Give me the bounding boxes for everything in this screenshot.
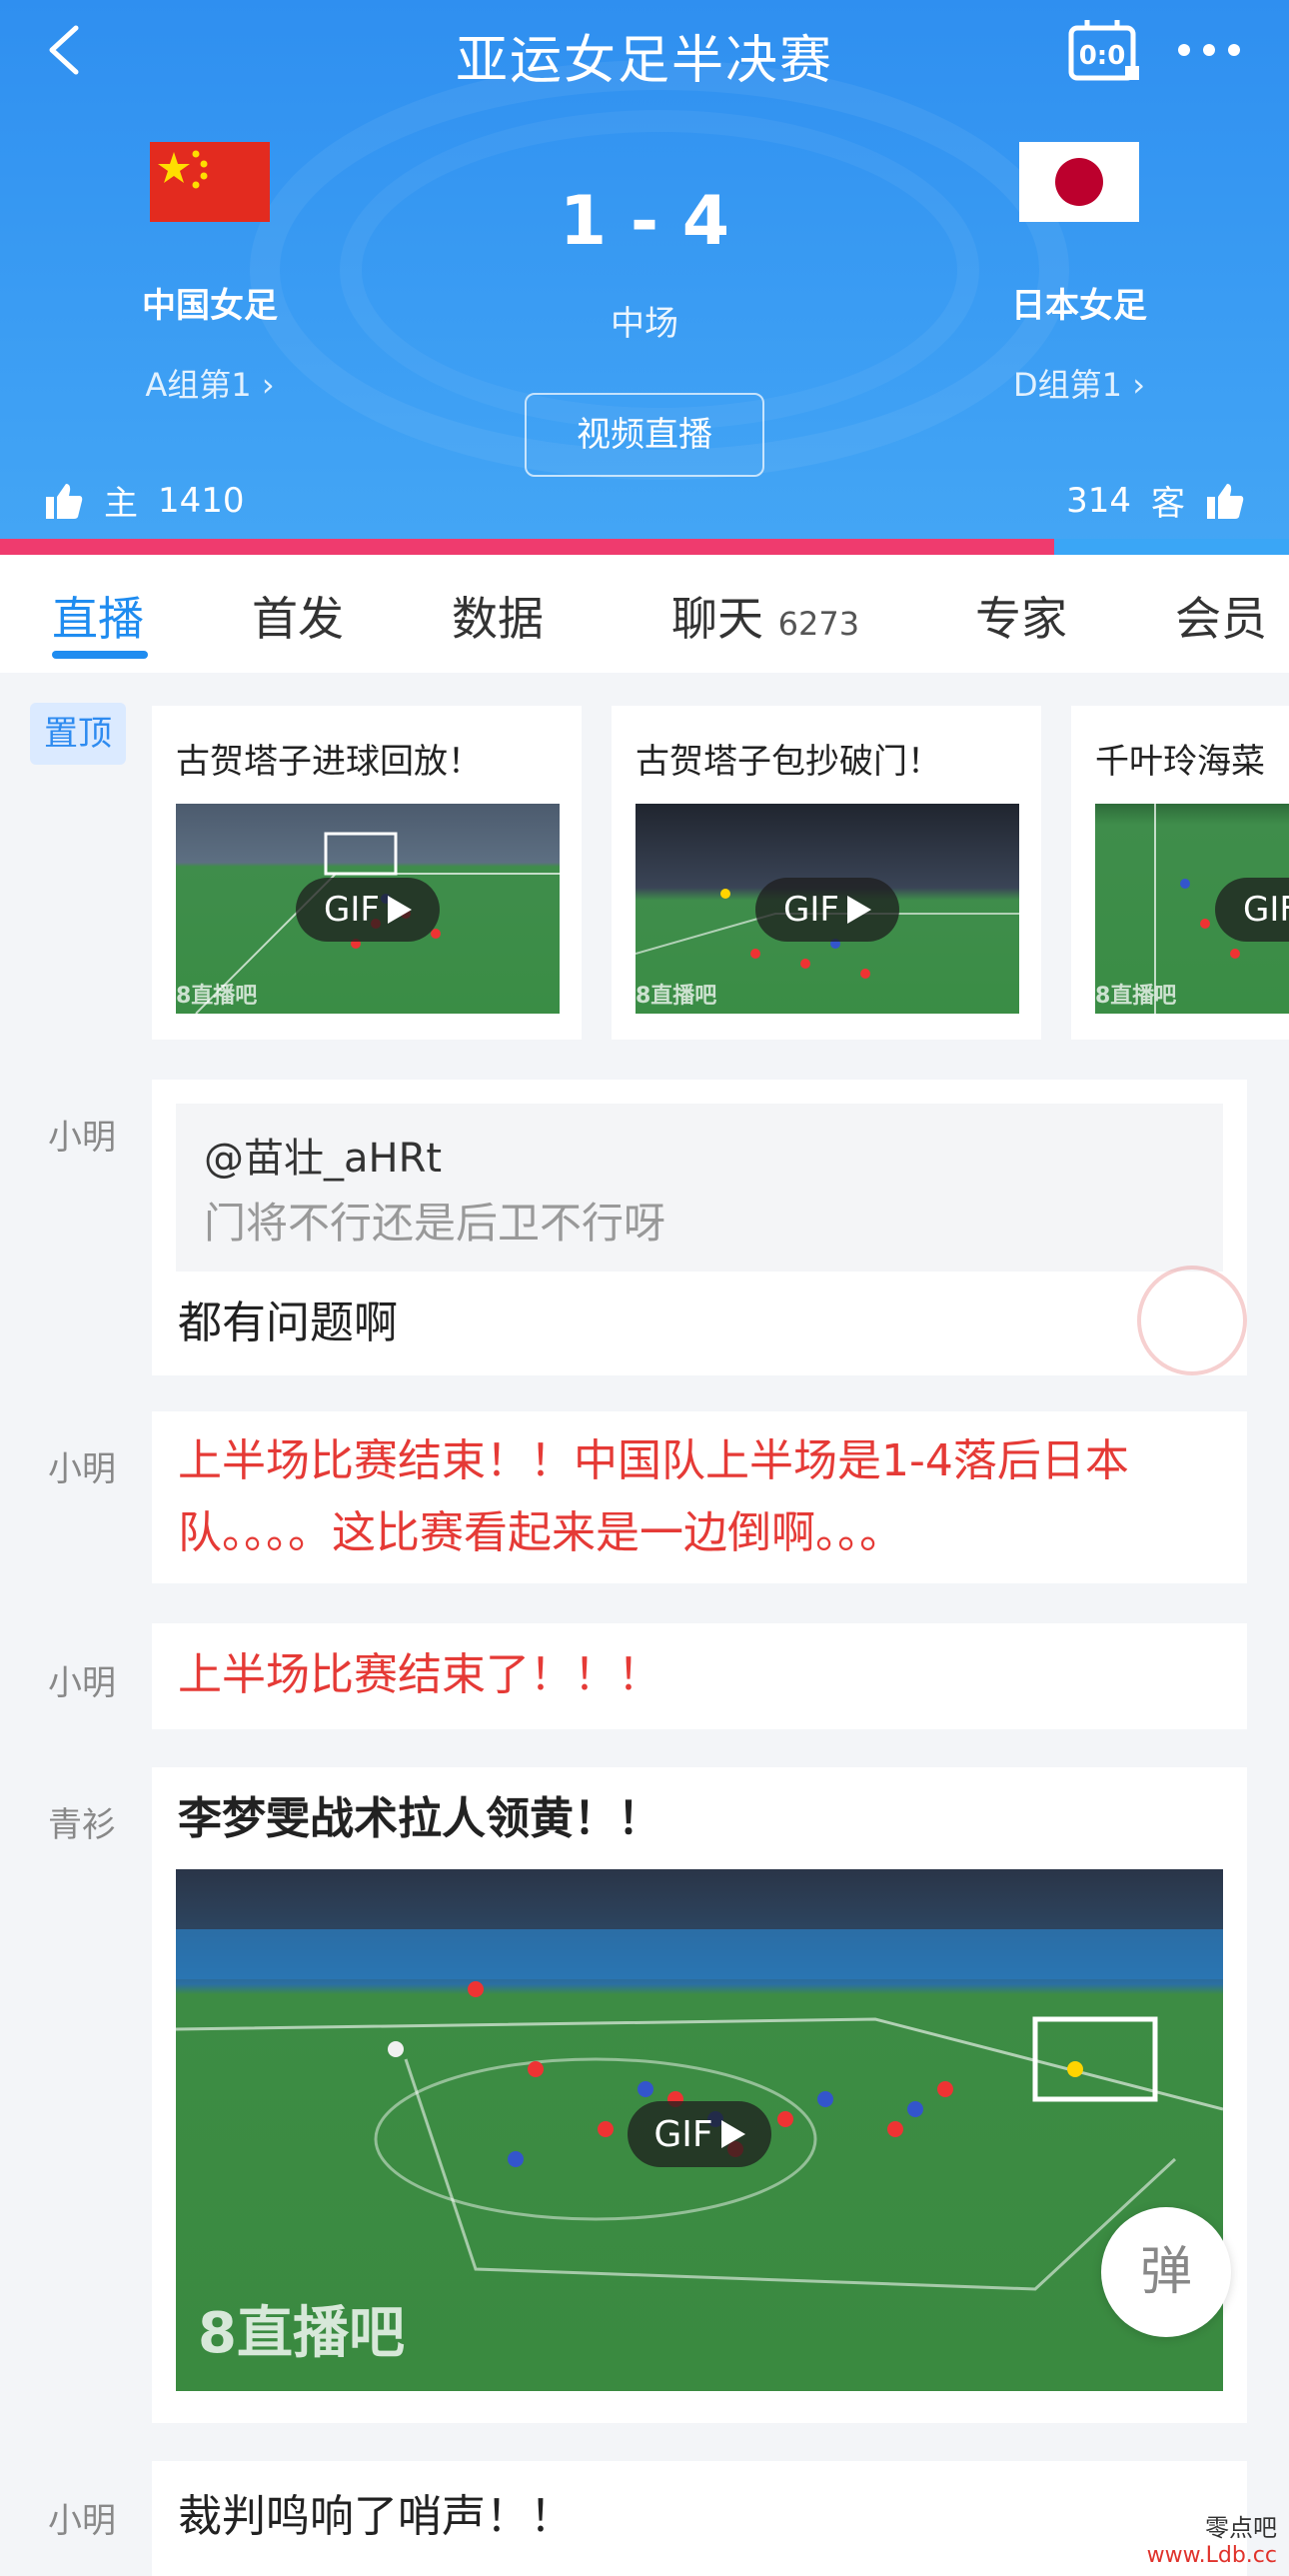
quoted-username[interactable]: @苗壮_aHRt (204, 1126, 442, 1184)
support-ratio-bar (0, 539, 1289, 555)
background-pattern-inner (340, 110, 979, 430)
danmaku-toggle-button[interactable]: 弹 (1101, 2207, 1231, 2337)
scoreboard-icon[interactable]: 0:0 (1067, 18, 1143, 84)
play-icon (387, 896, 412, 924)
gif-play-button[interactable]: GIF (755, 878, 899, 942)
message-text-line2: 队。。。。这比赛看起来是一边倒啊。。。 (178, 1507, 903, 1558)
quoted-text: 门将不行还是后卫不行呀 (204, 1199, 666, 1248)
message-text: 裁判鸣响了哨声！！ (178, 2491, 574, 2542)
gif-label: GIF (324, 890, 380, 930)
video-thumbnail[interactable]: GIF 8直播吧 (636, 804, 1019, 1014)
pinned-carousel[interactable]: 古贺塔子进球回放！ GIF 8直播吧 古贺塔子包抄破门！ GIF 8直播吧 千叶… (152, 706, 1289, 1040)
gif-play-button[interactable]: GIF (296, 878, 440, 942)
message-author[interactable]: 小明 (48, 1655, 116, 1704)
tab-bar: 直播 首发 数据 聊天 6273 专家 会员 (0, 555, 1289, 673)
gif-play-button[interactable]: GIF (628, 2101, 771, 2167)
site-watermark-url: www.Ldb.cc (1146, 2543, 1277, 2568)
message-author[interactable]: 小明 (48, 2493, 116, 2542)
message-author[interactable]: 小明 (48, 1441, 116, 1490)
home-support-fill (0, 539, 1055, 555)
message-author[interactable]: 青衫 (48, 1797, 116, 1846)
video-thumbnail[interactable]: GIF 8直播吧 (176, 1869, 1223, 2391)
video-watermark: 8直播吧 (198, 2301, 405, 2366)
away-likes-label: 客 (1151, 484, 1185, 524)
quoted-reply[interactable]: @苗壮_aHRt 门将不行还是后卫不行呀 (176, 1104, 1223, 1272)
tab-chat[interactable]: 聊天 6273 (671, 583, 859, 649)
tab-experts[interactable]: 专家 (975, 583, 1067, 649)
home-likes-label: 主 (104, 484, 138, 524)
tab-chat-count: 6273 (777, 605, 860, 643)
message-card[interactable]: 上半场比赛结束！！中国队上半场是1-4落后日本 队。。。。这比赛看起来是一边倒啊… (152, 1411, 1247, 1583)
home-likes[interactable]: 主 1410 (44, 476, 245, 525)
gif-label: GIF (1243, 890, 1289, 930)
pinned-card[interactable]: 古贺塔子包抄破门！ GIF 8直播吧 (612, 706, 1041, 1040)
stamp-decoration (1137, 1266, 1247, 1375)
thumbs-up-icon (46, 483, 83, 519)
pinned-badge: 置顶 (30, 703, 126, 765)
tab-lineup[interactable]: 首发 (252, 583, 344, 649)
match-score: 1 - 4 (559, 182, 730, 261)
message-author[interactable]: 小明 (48, 1110, 116, 1159)
away-likes[interactable]: 314 客 (1066, 476, 1245, 525)
site-watermark: 零点吧 www.Ldb.cc (1147, 2508, 1277, 2568)
play-icon (846, 896, 871, 924)
video-watermark: 8直播吧 (1095, 984, 1177, 1009)
gif-label: GIF (783, 890, 839, 930)
message-card[interactable]: @苗壮_aHRt 门将不行还是后卫不行呀 都有问题啊 (152, 1080, 1247, 1375)
match-header: 亚运女足半决赛 0:0 中国女足 日本女足 A组第1 › D组第1 › 1 - … (0, 0, 1289, 555)
message-card[interactable]: 上半场比赛结束了！！！ (152, 1623, 1247, 1729)
message-text: 李梦雯战术拉人领黄！！ (178, 1793, 661, 1844)
video-thumbnail[interactable]: GIF 8直播吧 (176, 804, 560, 1014)
chevron-right-icon: › (1122, 366, 1145, 404)
tab-live[interactable]: 直播 (52, 583, 144, 649)
match-status: 中场 (611, 304, 678, 344)
chevron-right-icon: › (251, 366, 275, 404)
pinned-card[interactable]: 千叶玲海菜 GIF 8直播吧 (1071, 706, 1289, 1040)
video-live-button[interactable]: 视频直播 (525, 393, 764, 477)
message-text: 都有问题啊 (178, 1297, 398, 1348)
away-likes-count: 314 (1066, 480, 1131, 521)
video-thumbnail[interactable]: GIF 8直播吧 (1095, 804, 1289, 1014)
active-tab-indicator (52, 651, 148, 659)
message-card[interactable]: 裁判鸣响了哨声！！ (152, 2461, 1247, 2576)
tab-stats[interactable]: 数据 (452, 583, 544, 649)
video-watermark: 8直播吧 (636, 984, 717, 1009)
site-watermark-name: 零点吧 (1205, 2514, 1277, 2542)
message-card[interactable]: 李梦雯战术拉人领黄！！ GIF 8直播吧 (152, 1767, 1247, 2423)
home-likes-count: 1410 (158, 480, 245, 521)
home-group-link[interactable]: A组第1 › (80, 360, 340, 406)
message-text-line1: 上半场比赛结束！！中国队上半场是1-4落后日本 (178, 1435, 1129, 1486)
pinned-card-title: 千叶玲海菜 (1095, 742, 1265, 782)
tab-chat-label: 聊天 (671, 592, 763, 646)
pinned-card[interactable]: 古贺塔子进球回放！ GIF 8直播吧 (152, 706, 582, 1040)
away-group-link[interactable]: D组第1 › (949, 360, 1209, 406)
message-text: 上半场比赛结束了！！！ (178, 1649, 661, 1700)
home-group-label: A组第1 (145, 366, 252, 404)
tab-members[interactable]: 会员 (1175, 583, 1267, 649)
gif-play-button[interactable]: GIF (1215, 878, 1289, 942)
play-icon (720, 2120, 745, 2148)
video-watermark: 8直播吧 (176, 984, 258, 1009)
away-group-label: D组第1 (1013, 366, 1123, 404)
thumbs-up-icon (1207, 483, 1244, 519)
pinned-card-title: 古贺塔子进球回放！ (176, 742, 482, 782)
scoreboard-label: 0:0 (1079, 41, 1126, 71)
gif-label: GIF (653, 2113, 713, 2155)
more-icon[interactable] (1174, 30, 1244, 70)
pinned-card-title: 古贺塔子包抄破门！ (636, 742, 941, 782)
